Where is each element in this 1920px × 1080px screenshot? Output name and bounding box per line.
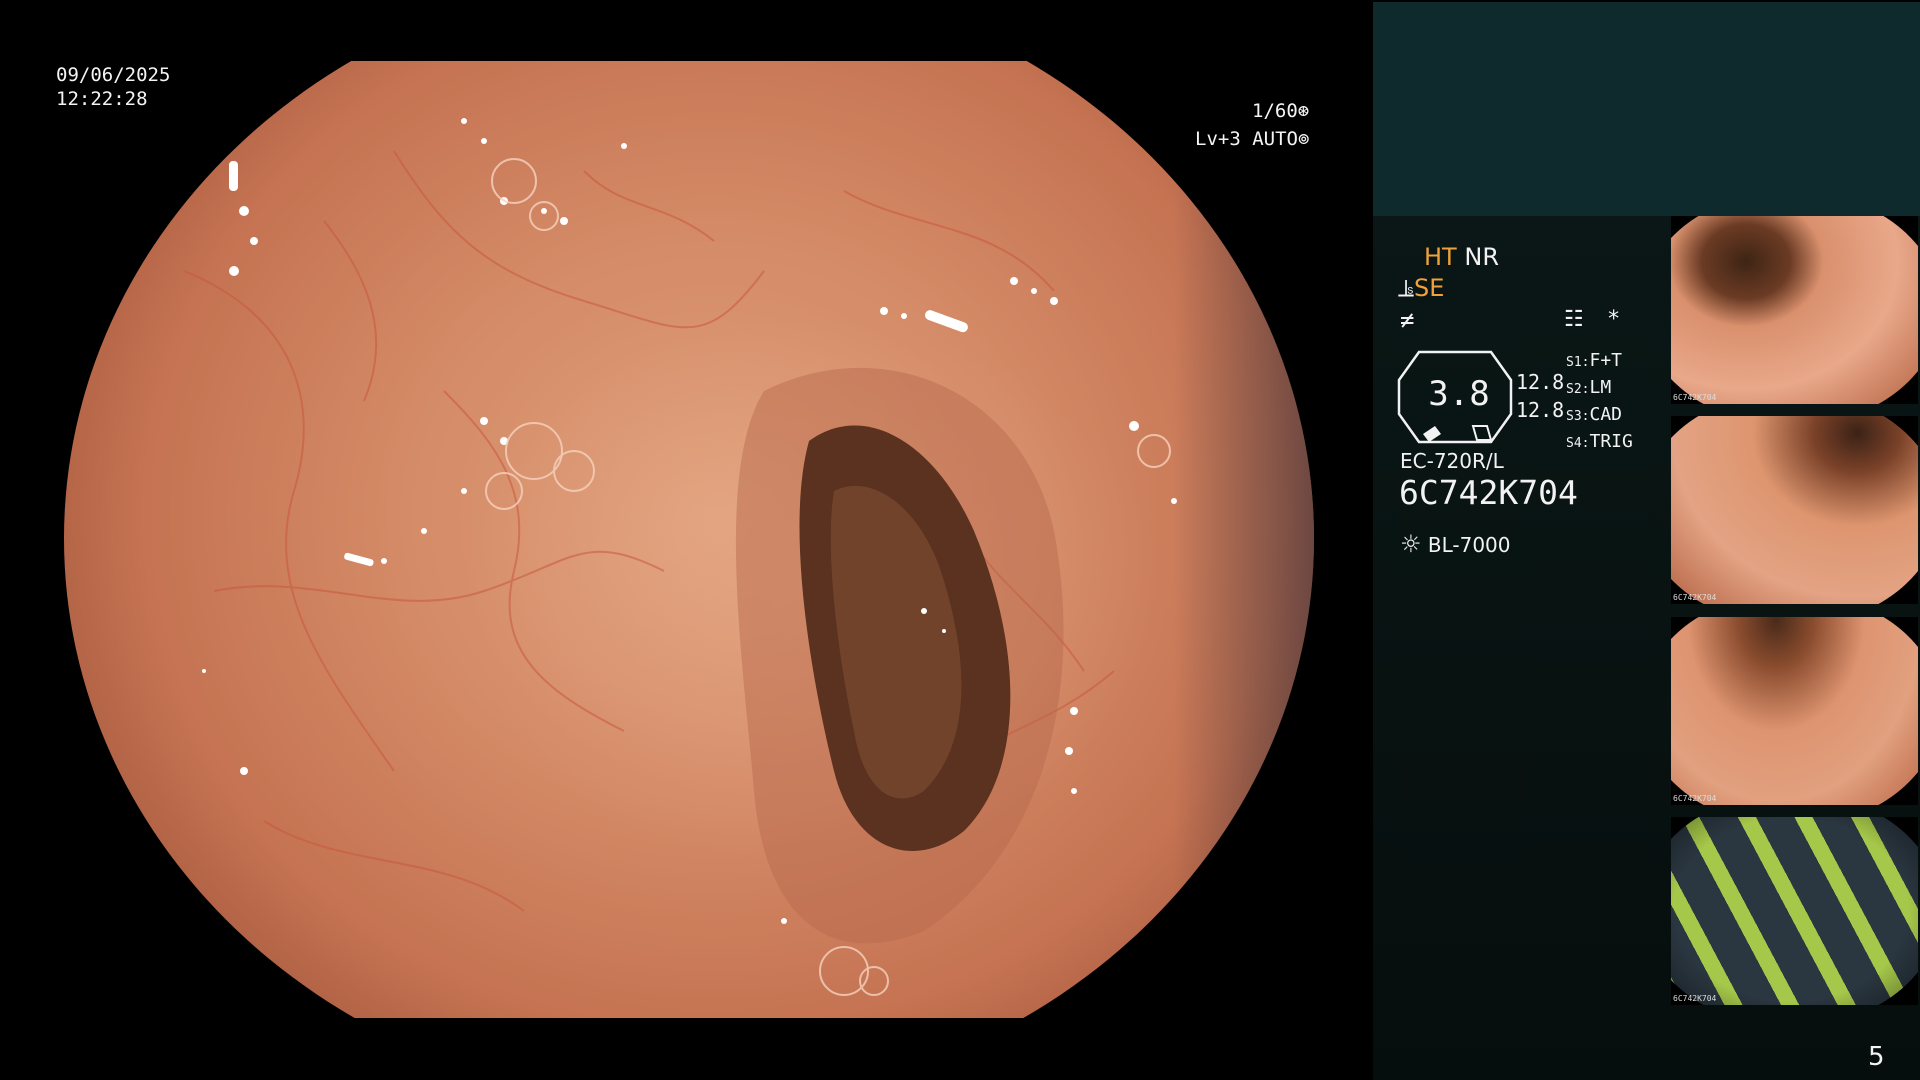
switch-row: S3:CAD — [1566, 404, 1622, 425]
switch-row: S4:TRIG — [1566, 431, 1633, 452]
auto-iris-icon: ⊚ — [1297, 128, 1310, 150]
switch-row: S2:LM — [1566, 377, 1612, 398]
thumbnail-label: 6C742K704 — [1673, 794, 1717, 803]
nr-indicator: NR — [1464, 243, 1499, 271]
exam-time: 12:22:28 — [56, 88, 148, 110]
scope-serial: 6C742K704 — [1399, 473, 1578, 512]
mucosa-image — [64, 61, 1314, 1018]
settings-menu-row: ☷ * — [1564, 307, 1620, 332]
aperture-icon: ⊛ — [1297, 100, 1310, 122]
ratio-value-a: 12.8 — [1516, 370, 1565, 394]
shutter-speed: 1/60 — [1252, 100, 1298, 122]
color-enhance-icon: ≠ — [1400, 306, 1415, 334]
thumbnail-label: 6C742K704 — [1673, 393, 1717, 402]
lumen-illustration — [183, 118, 1177, 996]
thumbnail-image — [1671, 216, 1918, 404]
scope-model: EC-720R/L — [1400, 449, 1504, 473]
ratio-value-b: 12.8 — [1516, 398, 1565, 422]
structure-enhance-row: ⫡SE — [1398, 274, 1444, 302]
image-mode-row: HT NR — [1424, 243, 1499, 271]
se-indicator: SE — [1414, 274, 1445, 302]
light-source-model: BL-7000 — [1427, 533, 1511, 557]
captured-thumbnail[interactable]: 6C742K704 — [1671, 416, 1918, 604]
page-number: 5 — [1868, 1042, 1885, 1072]
captured-thumbnail[interactable]: 6C742K704 — [1671, 817, 1918, 1005]
switch-row: S1:F+T — [1566, 350, 1622, 371]
thumbnail-image — [1671, 416, 1918, 604]
thumbnail-label: 6C742K704 — [1673, 593, 1717, 602]
menu-star: * — [1606, 307, 1621, 332]
ht-indicator: HT — [1424, 243, 1457, 271]
captured-thumbnail[interactable]: 6C742K704 — [1671, 617, 1918, 805]
thumbnail-image — [1671, 617, 1918, 805]
shutter-indicator: 1/60⊛ — [1252, 99, 1309, 123]
zoom-value: 3.8 — [1428, 374, 1490, 414]
settings-menu-icon: ☷ — [1564, 307, 1584, 332]
brightness-level: Lv+3 — [1195, 128, 1241, 150]
light-source-row: ☼ BL-7000 — [1400, 530, 1511, 558]
scope-switch-list: S1:F+T S2:LM S3:CAD S4:TRIG — [1566, 348, 1633, 456]
captured-thumbnail[interactable]: 6C742K704 — [1671, 216, 1918, 404]
panel-header-area — [1373, 2, 1920, 216]
thumbnail-label: 6C742K704 — [1673, 994, 1717, 1003]
exam-date: 09/06/2025 — [56, 64, 171, 86]
structure-enhance-icon: ⫡ — [1398, 274, 1415, 302]
light-source-icon: ☼ — [1400, 530, 1422, 558]
brightness-indicator: Lv+3 AUTO⊚ — [1195, 127, 1309, 151]
date-time-stamp: 09/06/2025 12:22:28 — [56, 63, 170, 111]
endoscope-live-view — [64, 61, 1314, 1018]
iris-mode: AUTO — [1252, 128, 1298, 150]
